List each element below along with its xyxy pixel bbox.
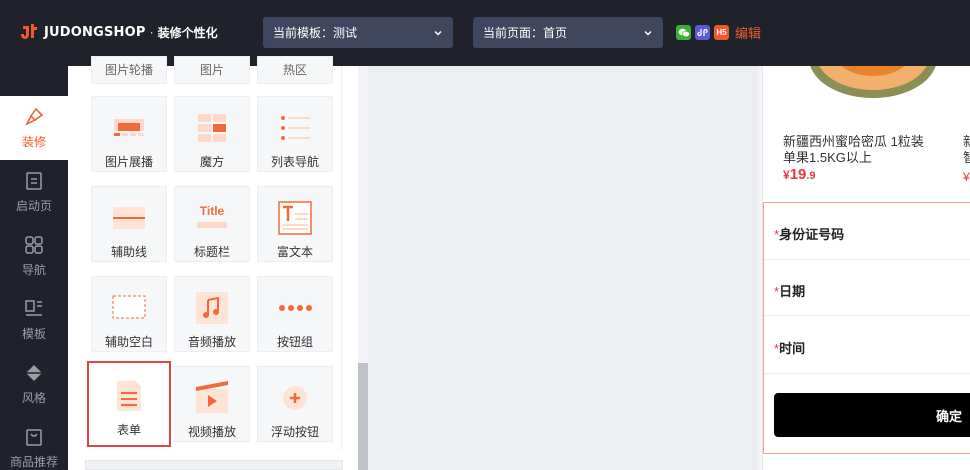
bag-icon (26, 428, 42, 446)
tile-video[interactable]: 视频播放 (174, 366, 250, 442)
wechat-icon[interactable] (676, 25, 691, 40)
chevron-down-icon (644, 30, 652, 36)
nav-item-style[interactable]: 风格 (0, 352, 68, 416)
tile-label: 图片轮播 (104, 63, 153, 77)
nav-item-label: 装修 (21, 134, 46, 149)
divider (764, 373, 970, 374)
h5-icon[interactable]: H5 (714, 25, 729, 40)
divider (764, 259, 970, 260)
tile-label: 视频播放 (187, 425, 236, 439)
page-select-label: 当前页面：首页 (483, 26, 568, 40)
tile-label: 热区 (282, 63, 307, 77)
brush-icon (25, 107, 44, 126)
grid-nav-icon (25, 235, 43, 254)
nav-item-decorate[interactable]: 装修 (0, 96, 68, 160)
tile-list-nav[interactable]: 列表导航 (257, 96, 333, 172)
video-icon (196, 381, 228, 413)
brand-subtitle: 装修个性化 (157, 25, 218, 40)
nav-item-navigation[interactable]: 导航 (0, 224, 68, 288)
tile-image[interactable]: 图片 (174, 56, 250, 84)
magic-cube-icon (198, 114, 226, 142)
form-icon (117, 381, 141, 411)
logo-icon (21, 24, 37, 39)
nav-item-label: 启动页 (15, 198, 52, 213)
product-image[interactable] (803, 66, 943, 102)
tile-label: 浮动按钮 (270, 425, 319, 439)
submit-button[interactable]: 确定 (774, 393, 970, 437)
product-price: ¥19.9 (783, 166, 816, 183)
tile-label: 列表导航 (270, 155, 319, 169)
tile-label: 富文本 (276, 245, 313, 259)
tile-rich-text[interactable]: 富文本 (257, 186, 333, 262)
nav-item-startup[interactable]: 启动页 (0, 160, 68, 224)
tile-form[interactable]: 表单 (87, 361, 171, 447)
edit-link[interactable]: 编辑 (735, 23, 761, 42)
panel-next-section (85, 460, 343, 470)
title-icon-text: Title (199, 204, 225, 218)
tile-label: 按钮组 (276, 335, 313, 349)
list-nav-icon (281, 116, 310, 140)
template-select[interactable]: 当前模板：测试 (263, 17, 453, 48)
brand-name: JUDONGSHOP (44, 24, 146, 40)
nav-item-label: 风格 (21, 390, 46, 405)
tile-label: 表单 (116, 423, 141, 437)
mini-program-icon[interactable] (695, 25, 710, 40)
tile-label: 辅助空白 (104, 335, 153, 349)
startup-page-icon (26, 171, 42, 190)
divider-line-icon (113, 207, 145, 229)
editor-canvas[interactable] (368, 66, 758, 470)
product2-title[interactable]: 新 智 (963, 134, 970, 166)
paint-bucket-icon (26, 364, 42, 381)
tile-magic-cube[interactable]: 魔方 (174, 96, 250, 172)
tile-label: 辅助线 (110, 245, 147, 259)
tile-hotspot[interactable]: 热区 (257, 56, 333, 84)
tile-button-group[interactable]: 按钮组 (257, 276, 333, 352)
nav-item-template[interactable]: 模板 (0, 288, 68, 352)
tile-label: 标题栏 (193, 245, 230, 259)
product-title[interactable]: 新疆西州蜜哈密瓜 1粒装单果1.5KG以上 (783, 134, 933, 166)
title-bar-icon: Title (195, 201, 229, 235)
audio-icon (196, 292, 228, 324)
panel-scrollbar[interactable] (358, 363, 368, 470)
form-block[interactable]: *身份证号码 *日期 *时间 确定 (763, 202, 970, 454)
tile-title-bar[interactable]: Title 标题栏 (174, 186, 250, 262)
page-select[interactable]: 当前页面：首页 (473, 17, 663, 48)
tile-audio[interactable]: 音频播放 (174, 276, 250, 352)
tile-image-showcase[interactable]: 图片展播 (91, 96, 167, 172)
nav-item-label: 商品推荐 (9, 454, 58, 469)
chevron-down-icon (434, 30, 442, 36)
divider (764, 315, 970, 316)
left-nav: 装修 启动页 导航 模板 风格 商品推荐 (0, 66, 68, 470)
tile-float-button[interactable]: 浮动按钮 (257, 366, 333, 442)
nav-item-label: 导航 (21, 262, 46, 277)
channel-icons: H5 编辑 (676, 23, 761, 42)
template-select-label: 当前模板：测试 (273, 26, 358, 40)
rich-text-icon (278, 201, 312, 235)
time-field[interactable]: *时间 (774, 338, 970, 357)
nav-item-label: 模板 (21, 326, 46, 341)
product2-price: ¥ (963, 170, 970, 184)
tile-label: 图片展播 (104, 155, 153, 169)
component-panel: 图片轮播 图片 热区 图片展播 魔方 列表导航 辅助线 Title 标题栏 富文… (68, 56, 368, 470)
image-showcase-icon (114, 119, 144, 136)
phone-preview: 新疆西州蜜哈密瓜 1粒装单果1.5KG以上 ¥19.9 新 智 ¥ *身份证号码… (762, 66, 970, 470)
tile-blank-space[interactable]: 辅助空白 (91, 276, 167, 352)
component-grid: 图片轮播 图片 热区 图片展播 魔方 列表导航 辅助线 Title 标题栏 富文… (84, 56, 342, 450)
date-field[interactable]: *日期 (774, 281, 970, 300)
float-button-icon (283, 386, 307, 410)
tile-label: 魔方 (199, 155, 224, 169)
id-number-field[interactable]: *身份证号码 (774, 224, 970, 243)
brand-separator: · (149, 25, 154, 39)
tile-divider[interactable]: 辅助线 (91, 186, 167, 262)
button-group-icon (279, 305, 312, 311)
nav-item-recommend[interactable]: 商品推荐 (0, 416, 68, 470)
tile-carousel[interactable]: 图片轮播 (91, 56, 167, 84)
blank-space-icon (112, 295, 146, 319)
tile-label: 音频播放 (187, 335, 236, 349)
tile-label: 图片 (199, 63, 224, 77)
brand-logo: JUDONGSHOP · 装修个性化 (20, 22, 218, 42)
template-icon (25, 299, 42, 316)
